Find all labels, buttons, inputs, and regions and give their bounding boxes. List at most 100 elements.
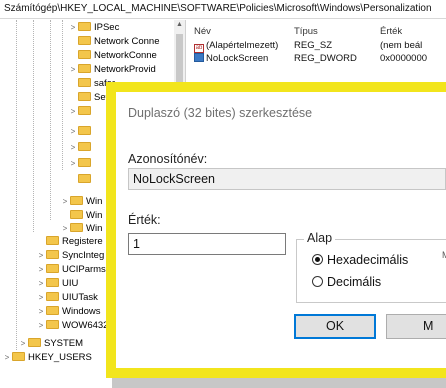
tree-item-hidden-2[interactable]: > <box>68 126 94 138</box>
folder-icon <box>78 64 91 73</box>
folder-icon <box>78 106 91 115</box>
tree-item-registere[interactable]: Registere <box>36 236 103 248</box>
column-header-name[interactable]: Név <box>194 26 211 37</box>
background-truncated-text: M <box>442 250 446 260</box>
tree-item-label: Registere <box>62 236 103 247</box>
tree-item-uiutask[interactable]: > UIUTask <box>36 292 98 304</box>
tree-item-win-1[interactable]: > Win <box>60 196 102 208</box>
address-bar[interactable]: Számítógép\HKEY_LOCAL_MACHINE\SOFTWARE\P… <box>0 0 446 19</box>
tree-item-label: SYSTEM <box>44 338 84 349</box>
tree-item-hidden-1[interactable]: > <box>68 106 94 118</box>
column-header-data[interactable]: Érték <box>380 26 402 37</box>
expand-chevron-icon[interactable]: > <box>36 292 46 304</box>
ok-button[interactable]: OK <box>294 314 376 339</box>
expand-chevron-icon[interactable]: > <box>2 352 12 364</box>
folder-icon <box>78 142 91 151</box>
tree-item-networkconne[interactable]: NetworkConne <box>78 50 157 62</box>
tree-item-label: Win <box>86 196 103 207</box>
scrollbar-thumb[interactable] <box>176 34 183 84</box>
base-groupbox <box>296 239 446 303</box>
folder-icon <box>78 174 91 183</box>
radio-icon[interactable] <box>312 276 323 287</box>
folder-icon <box>46 236 59 245</box>
tree-item-windows[interactable]: > Windows <box>36 306 101 318</box>
hexadecimal-radio[interactable]: Hexadecimális <box>312 253 408 267</box>
tree-item-label: IPSec <box>94 22 120 33</box>
column-header-type[interactable]: Típus <box>294 26 318 37</box>
cancel-button[interactable]: M <box>386 314 446 339</box>
tree-item-hidden-3[interactable]: > <box>68 142 94 154</box>
tree-item-syncinteg[interactable]: > SyncInteg <box>36 250 104 262</box>
expand-chevron-icon[interactable]: > <box>68 142 78 154</box>
expand-chevron-icon[interactable]: > <box>60 196 70 208</box>
base-label: Alap <box>304 231 336 245</box>
value-name: NoLockScreen <box>206 53 269 64</box>
expand-chevron-icon[interactable]: > <box>36 264 46 276</box>
tree-item-label: SyncInteg <box>62 250 105 261</box>
tree-item-ipsec[interactable]: > IPSec <box>68 22 119 34</box>
tree-item-networkprovid[interactable]: > NetworkProvid <box>68 64 156 76</box>
expand-chevron-icon[interactable]: > <box>36 250 46 262</box>
tree-item-hidden-5[interactable] <box>68 174 94 186</box>
folder-icon <box>46 264 59 273</box>
tree-item-network-conne[interactable]: Network Conne <box>78 36 159 48</box>
folder-icon <box>78 92 91 101</box>
expand-chevron-icon[interactable]: > <box>36 306 46 318</box>
tree-item-hidden-4[interactable]: > <box>68 158 94 170</box>
folder-icon <box>78 126 91 135</box>
folder-icon <box>78 22 91 31</box>
folder-icon <box>70 196 83 205</box>
folder-icon <box>78 78 91 87</box>
decimal-radio[interactable]: Decimális <box>312 275 381 289</box>
tree-item-uiu[interactable]: > UIU <box>36 278 78 290</box>
expand-chevron-icon[interactable]: > <box>36 278 46 290</box>
expand-chevron-icon[interactable]: > <box>68 64 78 76</box>
tree-guide <box>33 20 34 232</box>
value-name-field[interactable]: NoLockScreen <box>128 168 446 190</box>
tree-item-system[interactable]: > SYSTEM <box>18 338 83 350</box>
scroll-up-icon[interactable]: ▲ <box>174 21 185 28</box>
expand-chevron-icon[interactable]: > <box>60 223 70 235</box>
folder-icon <box>70 210 83 219</box>
expand-chevron-icon[interactable]: > <box>36 320 46 332</box>
folder-icon <box>70 223 83 232</box>
tree-item-label: UIU <box>62 278 79 289</box>
value-row-default[interactable]: ab (Alapértelmezett) <box>194 40 278 53</box>
tree-item-label: NetworkConne <box>94 50 157 61</box>
tree-item-label: UIUTask <box>62 292 98 303</box>
value-type: REG_SZ <box>294 40 333 51</box>
tree-item-label: Win <box>86 210 103 221</box>
tree-item-hkey-users[interactable]: > HKEY_USERS <box>2 352 92 364</box>
folder-icon <box>78 50 91 59</box>
value-row-nolockscreen[interactable]: NoLockScreen <box>194 53 268 64</box>
string-value-icon: ab <box>194 44 204 53</box>
tree-guide <box>50 20 51 220</box>
binary-value-icon <box>194 53 204 62</box>
folder-icon <box>46 306 59 315</box>
tree-item-label: Win <box>86 223 103 234</box>
tree-guide <box>16 20 17 350</box>
value-data: (nem beál <box>380 40 423 51</box>
value-type: REG_DWORD <box>294 53 357 64</box>
expand-chevron-icon[interactable]: > <box>68 106 78 118</box>
radio-selected-icon[interactable] <box>312 254 323 265</box>
edit-dword-dialog: Duplaszó (32 bites) szerkesztése Azonosí… <box>106 82 446 378</box>
expand-chevron-icon[interactable]: > <box>68 22 78 34</box>
folder-icon <box>46 292 59 301</box>
tree-guide <box>62 20 63 170</box>
tree-item-label: UCIParms <box>62 264 106 275</box>
expand-chevron-icon[interactable]: > <box>68 158 78 170</box>
value-data-input[interactable]: 1 <box>128 233 286 255</box>
folder-icon <box>46 250 59 259</box>
folder-icon <box>28 338 41 347</box>
tree-item-uciparms[interactable]: > UCIParms <box>36 264 106 276</box>
tree-item-label: Network Conne <box>94 36 160 47</box>
tree-item-label: NetworkProvid <box>94 64 156 75</box>
tree-item-win-2[interactable]: Win <box>70 210 102 222</box>
folder-icon <box>46 278 59 287</box>
tree-item-win-3[interactable]: > Win <box>60 223 102 235</box>
expand-chevron-icon[interactable]: > <box>18 338 28 350</box>
expand-chevron-icon[interactable]: > <box>68 126 78 138</box>
name-label: Azonosítónév: <box>128 152 208 166</box>
decimal-label: Decimális <box>327 275 382 289</box>
